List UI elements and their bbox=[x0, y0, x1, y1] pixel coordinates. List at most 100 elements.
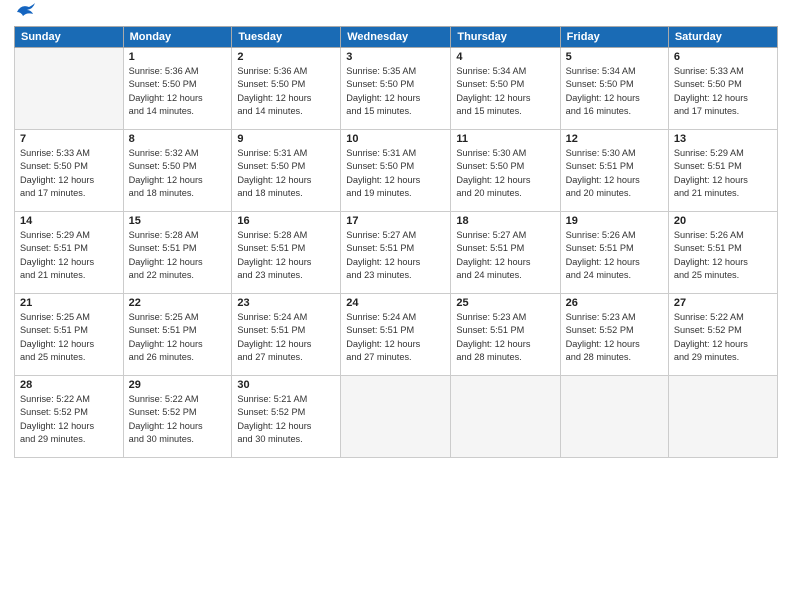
day-number: 15 bbox=[129, 215, 227, 227]
calendar-cell: 27Sunrise: 5:22 AM Sunset: 5:52 PM Dayli… bbox=[668, 294, 777, 376]
day-info: Sunrise: 5:35 AM Sunset: 5:50 PM Dayligh… bbox=[346, 65, 445, 118]
day-info: Sunrise: 5:26 AM Sunset: 5:51 PM Dayligh… bbox=[566, 229, 663, 282]
calendar-cell: 22 Sunrise: 5:25 AM Sunset: 5:51 PM Dayli… bbox=[123, 294, 232, 376]
calendar-cell: 30 Sunrise: 5:21 AM Sunset: 5:52 PM Dayli… bbox=[232, 376, 341, 458]
calendar-cell: 13 Sunrise: 5:29 AM Sunset: 5:51 PM Dayli… bbox=[668, 130, 777, 212]
calendar-cell bbox=[560, 376, 668, 458]
day-info: Sunrise: 5:25 AM Sunset: 5:51 PM Dayligh… bbox=[20, 311, 118, 364]
day-info: Sunrise: 5:26 AM Sunset: 5:51 PM Dayligh… bbox=[674, 229, 772, 282]
calendar-cell bbox=[668, 376, 777, 458]
calendar-cell: 9 Sunrise: 5:31 AM Sunset: 5:50 PM Daylig… bbox=[232, 130, 341, 212]
day-info: Sunrise: 5:36 AM Sunset: 5:50 PM Dayligh… bbox=[129, 65, 227, 118]
day-info: Sunrise: 5:24 AM Sunset: 5:51 PM Dayligh… bbox=[237, 311, 335, 364]
day-info: Sunrise: 5:33 AM Sunset: 5:50 PM Dayligh… bbox=[674, 65, 772, 118]
calendar-cell: 14Sunrise: 5:29 AM Sunset: 5:51 PM Dayli… bbox=[15, 212, 124, 294]
calendar-header-sunday: Sunday bbox=[15, 27, 124, 48]
calendar-cell: 7Sunrise: 5:33 AM Sunset: 5:50 PM Daylig… bbox=[15, 130, 124, 212]
calendar-cell: 12 Sunrise: 5:30 AM Sunset: 5:51 PM Dayli… bbox=[560, 130, 668, 212]
day-number: 1 bbox=[129, 51, 227, 63]
calendar-cell: 11 Sunrise: 5:30 AM Sunset: 5:50 PM Dayli… bbox=[451, 130, 560, 212]
day-number: 9 bbox=[237, 133, 335, 145]
calendar-cell: 25 Sunrise: 5:23 AM Sunset: 5:51 PM Dayli… bbox=[451, 294, 560, 376]
day-number: 26 bbox=[566, 297, 663, 309]
bird-icon bbox=[15, 2, 37, 20]
day-info: Sunrise: 5:33 AM Sunset: 5:50 PM Dayligh… bbox=[20, 147, 118, 200]
day-info: Sunrise: 5:30 AM Sunset: 5:51 PM Dayligh… bbox=[566, 147, 663, 200]
day-number: 6 bbox=[674, 51, 772, 63]
calendar-cell: 1 Sunrise: 5:36 AM Sunset: 5:50 PM Daylig… bbox=[123, 48, 232, 130]
day-number: 19 bbox=[566, 215, 663, 227]
calendar-cell: 17 Sunrise: 5:27 AM Sunset: 5:51 PM Dayli… bbox=[341, 212, 451, 294]
day-info: Sunrise: 5:27 AM Sunset: 5:51 PM Dayligh… bbox=[456, 229, 554, 282]
day-number: 13 bbox=[674, 133, 772, 145]
calendar-header-tuesday: Tuesday bbox=[232, 27, 341, 48]
day-number: 4 bbox=[456, 51, 554, 63]
calendar-header-wednesday: Wednesday bbox=[341, 27, 451, 48]
calendar-cell: 23 Sunrise: 5:24 AM Sunset: 5:51 PM Dayli… bbox=[232, 294, 341, 376]
day-number: 23 bbox=[237, 297, 335, 309]
calendar-cell: 15 Sunrise: 5:28 AM Sunset: 5:51 PM Dayli… bbox=[123, 212, 232, 294]
day-number: 14 bbox=[20, 215, 118, 227]
calendar-header-saturday: Saturday bbox=[668, 27, 777, 48]
day-info: Sunrise: 5:23 AM Sunset: 5:51 PM Dayligh… bbox=[456, 311, 554, 364]
day-info: Sunrise: 5:22 AM Sunset: 5:52 PM Dayligh… bbox=[20, 393, 118, 446]
day-number: 25 bbox=[456, 297, 554, 309]
calendar-cell bbox=[15, 48, 124, 130]
calendar-header-friday: Friday bbox=[560, 27, 668, 48]
day-number: 10 bbox=[346, 133, 445, 145]
calendar-cell: 16 Sunrise: 5:28 AM Sunset: 5:51 PM Dayli… bbox=[232, 212, 341, 294]
day-number: 8 bbox=[129, 133, 227, 145]
day-number: 21 bbox=[20, 297, 118, 309]
day-info: Sunrise: 5:25 AM Sunset: 5:51 PM Dayligh… bbox=[129, 311, 227, 364]
day-info: Sunrise: 5:22 AM Sunset: 5:52 PM Dayligh… bbox=[129, 393, 227, 446]
calendar-header-thursday: Thursday bbox=[451, 27, 560, 48]
calendar-cell: 10Sunrise: 5:31 AM Sunset: 5:50 PM Dayli… bbox=[341, 130, 451, 212]
day-info: Sunrise: 5:34 AM Sunset: 5:50 PM Dayligh… bbox=[566, 65, 663, 118]
day-number: 3 bbox=[346, 51, 445, 63]
calendar-cell: 3 Sunrise: 5:35 AM Sunset: 5:50 PM Daylig… bbox=[341, 48, 451, 130]
calendar-cell: 19 Sunrise: 5:26 AM Sunset: 5:51 PM Dayli… bbox=[560, 212, 668, 294]
day-info: Sunrise: 5:28 AM Sunset: 5:51 PM Dayligh… bbox=[237, 229, 335, 282]
week-row-2: 7Sunrise: 5:33 AM Sunset: 5:50 PM Daylig… bbox=[15, 130, 778, 212]
day-number: 12 bbox=[566, 133, 663, 145]
week-row-1: 1 Sunrise: 5:36 AM Sunset: 5:50 PM Daylig… bbox=[15, 48, 778, 130]
day-info: Sunrise: 5:29 AM Sunset: 5:51 PM Dayligh… bbox=[674, 147, 772, 200]
calendar-cell: 24 Sunrise: 5:24 AM Sunset: 5:51 PM Dayli… bbox=[341, 294, 451, 376]
calendar-cell: 5Sunrise: 5:34 AM Sunset: 5:50 PM Daylig… bbox=[560, 48, 668, 130]
day-info: Sunrise: 5:28 AM Sunset: 5:51 PM Dayligh… bbox=[129, 229, 227, 282]
day-number: 28 bbox=[20, 379, 118, 391]
day-number: 17 bbox=[346, 215, 445, 227]
calendar-cell: 20Sunrise: 5:26 AM Sunset: 5:51 PM Dayli… bbox=[668, 212, 777, 294]
calendar-cell: 6 Sunrise: 5:33 AM Sunset: 5:50 PM Daylig… bbox=[668, 48, 777, 130]
day-number: 30 bbox=[237, 379, 335, 391]
day-info: Sunrise: 5:31 AM Sunset: 5:50 PM Dayligh… bbox=[237, 147, 335, 200]
day-number: 16 bbox=[237, 215, 335, 227]
page-header bbox=[14, 10, 778, 20]
day-info: Sunrise: 5:24 AM Sunset: 5:51 PM Dayligh… bbox=[346, 311, 445, 364]
calendar-cell: 8Sunrise: 5:32 AM Sunset: 5:50 PM Daylig… bbox=[123, 130, 232, 212]
week-row-4: 21 Sunrise: 5:25 AM Sunset: 5:51 PM Dayli… bbox=[15, 294, 778, 376]
day-number: 11 bbox=[456, 133, 554, 145]
day-info: Sunrise: 5:23 AM Sunset: 5:52 PM Dayligh… bbox=[566, 311, 663, 364]
calendar-table: SundayMondayTuesdayWednesdayThursdayFrid… bbox=[14, 26, 778, 458]
day-number: 27 bbox=[674, 297, 772, 309]
week-row-5: 28 Sunrise: 5:22 AM Sunset: 5:52 PM Dayli… bbox=[15, 376, 778, 458]
calendar-header-monday: Monday bbox=[123, 27, 232, 48]
day-number: 24 bbox=[346, 297, 445, 309]
calendar-cell: 2Sunrise: 5:36 AM Sunset: 5:50 PM Daylig… bbox=[232, 48, 341, 130]
day-info: Sunrise: 5:21 AM Sunset: 5:52 PM Dayligh… bbox=[237, 393, 335, 446]
week-row-3: 14Sunrise: 5:29 AM Sunset: 5:51 PM Dayli… bbox=[15, 212, 778, 294]
calendar-cell: 26 Sunrise: 5:23 AM Sunset: 5:52 PM Dayli… bbox=[560, 294, 668, 376]
day-info: Sunrise: 5:30 AM Sunset: 5:50 PM Dayligh… bbox=[456, 147, 554, 200]
day-number: 2 bbox=[237, 51, 335, 63]
calendar-cell: 28 Sunrise: 5:22 AM Sunset: 5:52 PM Dayli… bbox=[15, 376, 124, 458]
calendar-cell: 29Sunrise: 5:22 AM Sunset: 5:52 PM Dayli… bbox=[123, 376, 232, 458]
calendar-cell bbox=[451, 376, 560, 458]
calendar-cell: 4 Sunrise: 5:34 AM Sunset: 5:50 PM Daylig… bbox=[451, 48, 560, 130]
day-number: 22 bbox=[129, 297, 227, 309]
day-info: Sunrise: 5:27 AM Sunset: 5:51 PM Dayligh… bbox=[346, 229, 445, 282]
logo bbox=[14, 10, 37, 20]
calendar-cell: 21 Sunrise: 5:25 AM Sunset: 5:51 PM Dayli… bbox=[15, 294, 124, 376]
calendar-header-row: SundayMondayTuesdayWednesdayThursdayFrid… bbox=[15, 27, 778, 48]
day-info: Sunrise: 5:34 AM Sunset: 5:50 PM Dayligh… bbox=[456, 65, 554, 118]
